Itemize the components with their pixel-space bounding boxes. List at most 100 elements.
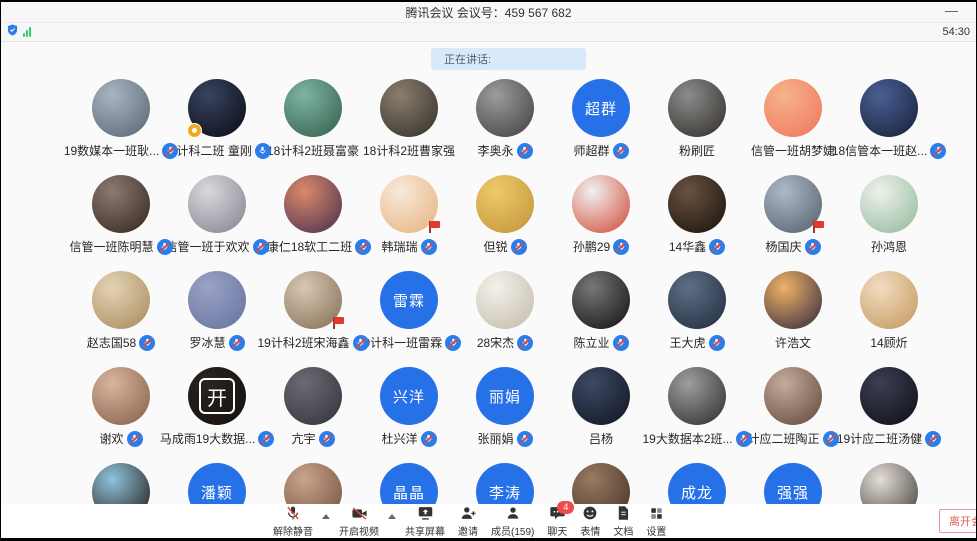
participant-tile[interactable]: 韩瑞瑞: [361, 168, 457, 264]
participant-tile[interactable]: 18计科2班曹家强: [361, 72, 457, 168]
participant-avatar: [188, 271, 246, 329]
participant-tile[interactable]: 计应二班陶正: [745, 360, 841, 456]
participant-name: 19计科2班宋海鑫: [257, 334, 349, 351]
toolbar-settings-button[interactable]: 设置: [646, 505, 666, 538]
participant-name: 信管一班胡梦婕: [751, 142, 835, 159]
participant-tile[interactable]: 18计科2班聂富豪: [265, 72, 361, 168]
participant-tile[interactable]: 信管一班于欢欢: [169, 168, 265, 264]
participant-name: 14顾炘: [870, 334, 907, 351]
avatar-initials: 强强: [777, 482, 809, 503]
participant-tile[interactable]: 王大虎: [649, 264, 745, 360]
participant-name: 18信管本一班赵...: [832, 142, 927, 159]
participant-tile[interactable]: 19大数据本2班...: [649, 360, 745, 456]
caret-up-icon[interactable]: [322, 514, 330, 519]
participant-tile[interactable]: 19计应二班汤健: [841, 360, 937, 456]
participant-avatar: [188, 79, 246, 137]
mic-muted-icon: [162, 143, 178, 159]
mic-muted-icon: [127, 431, 143, 447]
participant-avatar: [284, 271, 342, 329]
participant-tile[interactable]: 陈立业: [553, 264, 649, 360]
speaking-banner: 正在讲话:: [431, 48, 586, 70]
participant-tile[interactable]: 14华鑫: [649, 168, 745, 264]
flag-badge-icon: [332, 317, 345, 329]
participant-tile[interactable]: 18信管本一班赵...: [841, 72, 937, 168]
mic-on-icon: [255, 143, 271, 159]
participant-name: 李奥永: [477, 142, 513, 159]
participant-avatar: [188, 175, 246, 233]
participant-name: 杜兴洋: [381, 430, 417, 447]
participant-avatar: [668, 271, 726, 329]
mic-muted-icon: [511, 239, 527, 255]
leave-meeting-button[interactable]: 离开会议: [939, 509, 976, 533]
participant-tile[interactable]: 孙鹏29: [553, 168, 649, 264]
participant-avatar: 开: [188, 367, 246, 425]
participant-tile[interactable]: 许浩文: [745, 264, 841, 360]
participant-tile[interactable]: 19计科二班 童刚: [169, 72, 265, 168]
toolbar-unmute-button[interactable]: 解除静音: [273, 505, 313, 538]
participant-name: 19大数据本2班...: [642, 430, 732, 447]
participant-avatar: 丽娟: [476, 367, 534, 425]
participant-name: 杨国庆: [765, 238, 801, 255]
participant-name: 信管一班于欢欢: [166, 238, 250, 255]
mic-muted-icon: [258, 431, 274, 447]
participant-tile[interactable]: 超群师超群: [553, 72, 649, 168]
flag-badge-icon: [812, 221, 825, 233]
participant-tile[interactable]: 开马成雨19大数据...: [169, 360, 265, 456]
participant-name: 孙鹏29: [573, 238, 610, 255]
participant-name: 计应二班陶正: [747, 430, 819, 447]
gallery-area: 正在讲话: 19数媒本一班耿...19计科二班 童刚18计科2班聂富豪18计科2…: [1, 42, 976, 538]
participant-name: 亢宇: [291, 430, 315, 447]
participant-tile[interactable]: 赵志国58: [73, 264, 169, 360]
minimize-button[interactable]: —: [945, 2, 958, 20]
toolbar-emoji-button[interactable]: 表情: [580, 505, 600, 538]
participant-name: 韩瑞瑞: [381, 238, 417, 255]
toolbar-invite-button[interactable]: 邀请: [458, 505, 478, 538]
participant-tile[interactable]: 丽娟张丽娟: [457, 360, 553, 456]
participant-avatar: [380, 175, 438, 233]
toolbar-members-button[interactable]: 成员(159): [491, 505, 534, 538]
participant-tile[interactable]: 雷霖19计科一班雷霖: [361, 264, 457, 360]
participant-tile[interactable]: 孙鸿恩: [841, 168, 937, 264]
participant-tile[interactable]: 李奥永: [457, 72, 553, 168]
participant-avatar: [668, 79, 726, 137]
participant-avatar: [572, 175, 630, 233]
participant-avatar: [476, 79, 534, 137]
participant-tile[interactable]: 粉刷匠: [649, 72, 745, 168]
participant-tile[interactable]: 姚康仁18软工二班: [265, 168, 361, 264]
participant-avatar: [572, 367, 630, 425]
participant-tile[interactable]: 19数媒本一班耿...: [73, 72, 169, 168]
participant-tile[interactable]: 信管一班陈明慧: [73, 168, 169, 264]
participant-name: 张丽娟: [477, 430, 513, 447]
mic-muted-icon: [445, 335, 461, 351]
participant-tile[interactable]: 19计科2班宋海鑫: [265, 264, 361, 360]
grid-icon: [649, 505, 664, 522]
toolbar-chat-button[interactable]: 聊天4: [547, 505, 567, 538]
person-icon: [505, 505, 521, 522]
participant-tile[interactable]: 谢欢: [73, 360, 169, 456]
screen-share-icon: [417, 505, 434, 522]
smiley-icon: [582, 505, 598, 522]
participant-tile[interactable]: 罗冰慧: [169, 264, 265, 360]
mic-muted-icon: [613, 143, 629, 159]
mic-muted-icon: [421, 239, 437, 255]
participant-tile[interactable]: 信管一班胡梦婕: [745, 72, 841, 168]
participant-tile[interactable]: 28宋杰: [457, 264, 553, 360]
participant-tile[interactable]: 但锐: [457, 168, 553, 264]
participant-tile[interactable]: 14顾炘: [841, 264, 937, 360]
toolbar-item-label: 开启视频: [339, 523, 379, 538]
participant-tile[interactable]: 杨国庆: [745, 168, 841, 264]
participant-tile[interactable]: 吕杨: [553, 360, 649, 456]
toolbar-docs-button[interactable]: 文档: [613, 505, 633, 538]
title-bar: 腾讯会议 会议号：459 567 682 —: [1, 2, 976, 23]
participant-name: 19计科一班雷霖: [357, 334, 442, 351]
avatar-initials: 超群: [585, 98, 617, 119]
mic-muted-icon: [613, 239, 629, 255]
caret-up-icon[interactable]: [388, 514, 396, 519]
participant-tile[interactable]: 兴洋杜兴洋: [361, 360, 457, 456]
participant-tile[interactable]: 亢宇: [265, 360, 361, 456]
avatar-initials: 丽娟: [489, 386, 521, 407]
toolbar-video-button[interactable]: 开启视频: [339, 505, 379, 538]
participant-name: 18计科2班聂富豪: [267, 142, 359, 159]
participant-name: 罗冰慧: [189, 334, 225, 351]
toolbar-share-button[interactable]: 共享屏幕: [405, 505, 445, 538]
